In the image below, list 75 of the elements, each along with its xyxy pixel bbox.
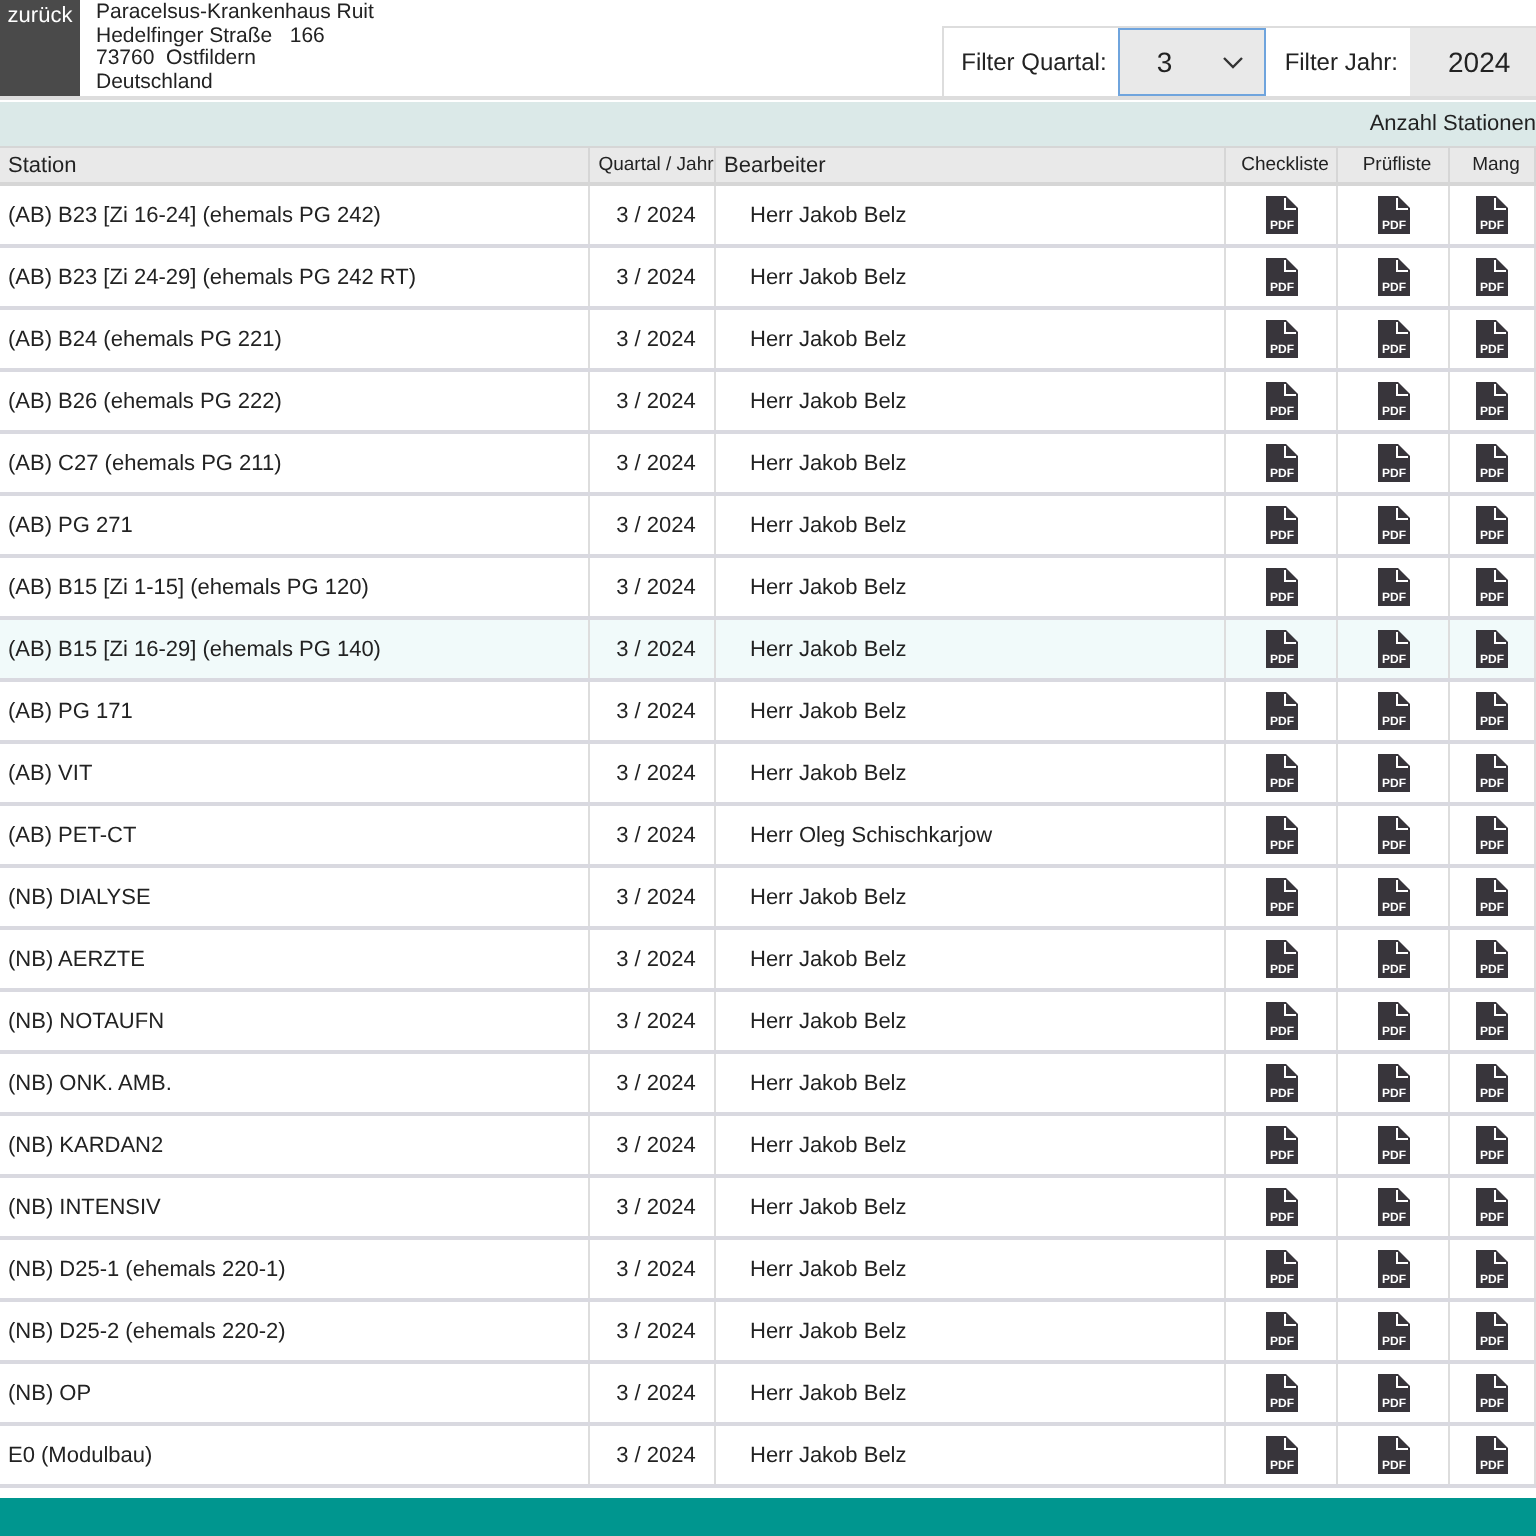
table-cell: Herr Jakob Belz bbox=[716, 372, 1226, 430]
column-header: Bearbeiter bbox=[716, 148, 1226, 182]
table-cell: 3 / 2024 bbox=[590, 806, 716, 864]
table-cell: 3 / 2024 bbox=[590, 248, 716, 306]
table-cell: Herr Jakob Belz bbox=[716, 930, 1226, 988]
table-cell: Herr Jakob Belz bbox=[716, 496, 1226, 554]
table-cell: Herr Jakob Belz bbox=[716, 868, 1226, 926]
column-header: Station bbox=[0, 148, 590, 182]
table-cell: (NB) KARDAN2 bbox=[0, 1116, 590, 1174]
table-cell: (AB) PG 271 bbox=[0, 496, 590, 554]
table-cell: 3 / 2024 bbox=[590, 558, 716, 616]
table-cell: (AB) B24 (ehemals PG 221) bbox=[0, 310, 590, 368]
table-cell: (AB) B26 (ehemals PG 222) bbox=[0, 372, 590, 430]
table-cell: Herr Jakob Belz bbox=[716, 1302, 1226, 1360]
table-cell: 3 / 2024 bbox=[590, 620, 716, 678]
table-cell: Herr Jakob Belz bbox=[716, 558, 1226, 616]
table-cell: (NB) ONK. AMB. bbox=[0, 1054, 590, 1112]
table-cell: Herr Jakob Belz bbox=[716, 744, 1226, 802]
table-cell: Herr Jakob Belz bbox=[716, 1054, 1226, 1112]
table-cell: Herr Jakob Belz bbox=[716, 992, 1226, 1050]
table-cell: 3 / 2024 bbox=[590, 1302, 716, 1360]
table-cell: 3 / 2024 bbox=[590, 1240, 716, 1298]
table-cell: (NB) DIALYSE bbox=[0, 868, 590, 926]
table-cell: Herr Jakob Belz bbox=[716, 1116, 1226, 1174]
table-cell: (NB) INTENSIV bbox=[0, 1178, 590, 1236]
table-cell: (AB) C27 (ehemals PG 211) bbox=[0, 434, 590, 492]
table-cell: (AB) B15 [Zi 1-15] (ehemals PG 120) bbox=[0, 558, 590, 616]
table-cell: (NB) AERZTE bbox=[0, 930, 590, 988]
table-cell: Herr Jakob Belz bbox=[716, 248, 1226, 306]
address-line: Deutschland bbox=[96, 71, 215, 94]
table-cell: Herr Jakob Belz bbox=[716, 620, 1226, 678]
table-cell: (AB) PET-CT bbox=[0, 806, 590, 864]
table-cell: Herr Jakob Belz bbox=[716, 1178, 1226, 1236]
table-cell: 3 / 2024 bbox=[590, 1426, 716, 1484]
table-cell: (AB) B23 [Zi 24-29] (ehemals PG 242 RT) bbox=[0, 248, 590, 306]
table-cell: 3 / 2024 bbox=[590, 434, 716, 492]
station-count-label: Anzahl Stationen bbox=[1369, 112, 1536, 136]
address-line: Paracelsus-Krankenhaus Ruit bbox=[96, 2, 376, 25]
table-cell: (AB) B15 [Zi 16-29] (ehemals PG 140) bbox=[0, 620, 590, 678]
table-cell: 3 / 2024 bbox=[590, 496, 716, 554]
back-button[interactable]: zurück bbox=[0, 0, 80, 96]
table-cell: 3 / 2024 bbox=[590, 310, 716, 368]
table-cell: 3 / 2024 bbox=[590, 930, 716, 988]
table-cell: (NB) D25-1 (ehemals 220-1) bbox=[0, 1240, 590, 1298]
table-cell: Herr Jakob Belz bbox=[716, 1240, 1226, 1298]
column-header: Checkliste bbox=[1226, 148, 1338, 182]
address-line: Hedelfinger Straße 166 bbox=[96, 25, 327, 47]
table-cell: 3 / 2024 bbox=[590, 1364, 716, 1422]
table-cell: (NB) OP bbox=[0, 1364, 590, 1422]
table-cell: E0 (Modulbau) bbox=[0, 1426, 590, 1484]
column-header: Mang bbox=[1450, 148, 1536, 182]
table-cell: Herr Jakob Belz bbox=[716, 1364, 1226, 1422]
table-cell: 3 / 2024 bbox=[590, 868, 716, 926]
table-cell: (AB) VIT bbox=[0, 744, 590, 802]
table-cell: (AB) B23 [Zi 16-24] (ehemals PG 242) bbox=[0, 186, 590, 244]
table-cell: Herr Jakob Belz bbox=[716, 310, 1226, 368]
table-cell: Herr Oleg Schischkarjow bbox=[716, 806, 1226, 864]
table-cell: Herr Jakob Belz bbox=[716, 682, 1226, 740]
table-cell: 3 / 2024 bbox=[590, 186, 716, 244]
table-cell: 3 / 2024 bbox=[590, 1116, 716, 1174]
table-cell: Herr Jakob Belz bbox=[716, 434, 1226, 492]
table-cell: Herr Jakob Belz bbox=[716, 186, 1226, 244]
table-cell: (AB) PG 171 bbox=[0, 682, 590, 740]
table-cell: 3 / 2024 bbox=[590, 992, 716, 1050]
table-cell: 3 / 2024 bbox=[590, 1178, 716, 1236]
column-header: Quartal / Jahr bbox=[590, 148, 716, 182]
table-cell: 3 / 2024 bbox=[590, 744, 716, 802]
column-header: Prüfliste bbox=[1338, 148, 1450, 182]
address-line: 73760 Ostfildern bbox=[96, 48, 258, 71]
table-cell: 3 / 2024 bbox=[590, 682, 716, 740]
table-cell: 3 / 2024 bbox=[590, 372, 716, 430]
table-cell: (NB) D25-2 (ehemals 220-2) bbox=[0, 1302, 590, 1360]
table-cell: Herr Jakob Belz bbox=[716, 1426, 1226, 1484]
table-cell: (NB) NOTAUFN bbox=[0, 992, 590, 1050]
table-cell: 3 / 2024 bbox=[590, 1054, 716, 1112]
